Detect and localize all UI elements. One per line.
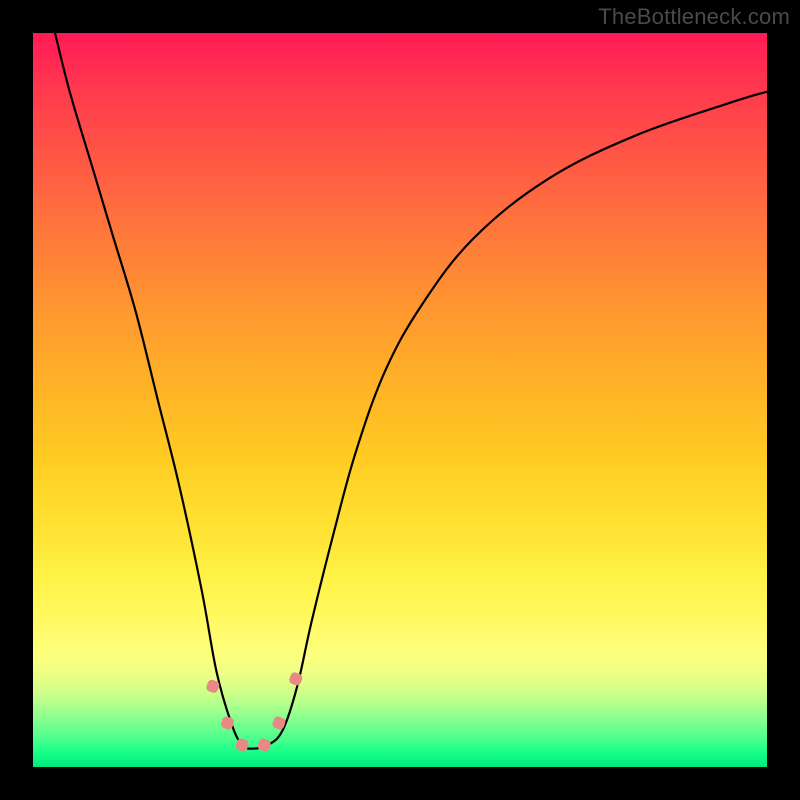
data-marker (257, 737, 272, 752)
plot-area (33, 33, 767, 767)
chart-frame: TheBottleneck.com (0, 0, 800, 800)
curve-svg (33, 33, 767, 767)
watermark-text: TheBottleneck.com (598, 4, 790, 30)
bottleneck-curve (55, 33, 767, 749)
data-marker (235, 737, 250, 752)
